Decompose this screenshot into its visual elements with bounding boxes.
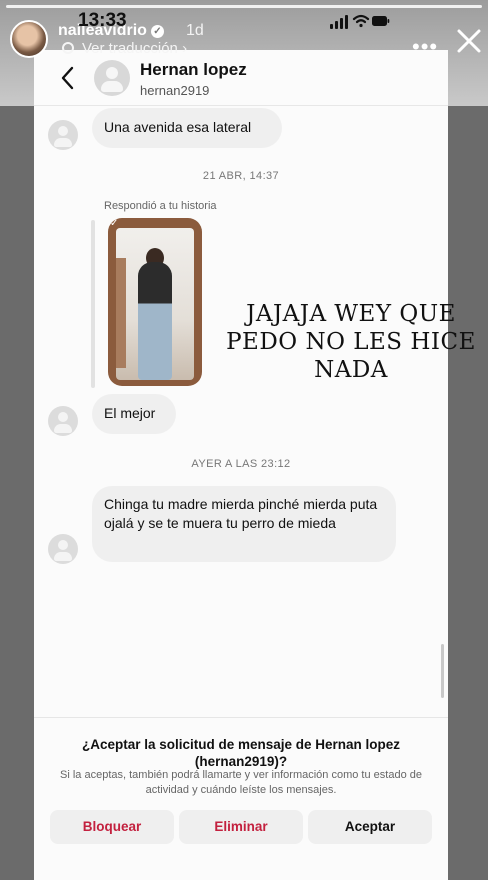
wifi-icon [352, 14, 370, 28]
story-reply-thumbnail[interactable] [108, 218, 202, 386]
delete-button[interactable]: Eliminar [179, 810, 303, 844]
status-time: 13:33 [78, 10, 127, 31]
story-progress-bar [6, 5, 482, 8]
back-chevron-icon[interactable] [60, 66, 74, 90]
reply-line [91, 220, 95, 388]
story-overlay-text: JAJAJA WEY QUE PEDO NO LES HICE NADA [226, 301, 476, 383]
accept-button[interactable]: Aceptar [308, 810, 432, 844]
check-icon: ✓ [110, 218, 119, 229]
scrollbar[interactable] [441, 644, 444, 698]
sender-avatar [48, 534, 78, 564]
translate-icon [62, 42, 74, 54]
request-title: ¿Aceptar la solicitud de mensaje de Hern… [81, 737, 401, 769]
battery-icon [372, 16, 390, 26]
contact-name[interactable]: Hernan lopez [140, 60, 247, 80]
verified-icon: ✓ [150, 25, 164, 38]
close-icon[interactable] [452, 24, 486, 58]
thumbnail-people [138, 262, 172, 380]
contact-avatar[interactable] [94, 60, 130, 96]
translate-label[interactable]: Ver traducción [82, 40, 178, 57]
timestamp: AYER A LAS 23:12 [191, 458, 291, 470]
sender-avatar [48, 406, 78, 436]
story-age: 1d [186, 22, 204, 39]
timestamp: 21 ABR, 14:37 [202, 170, 280, 182]
replied-to-story-label: Respondió a tu historia [104, 200, 217, 212]
thumbnail-door [116, 258, 126, 368]
request-subtitle: Si la aceptas, también podrá llamarte y … [60, 769, 422, 796]
story-avatar[interactable] [10, 20, 48, 58]
block-button[interactable]: Bloquear [50, 810, 174, 844]
contact-handle: hernan2919 [140, 83, 210, 98]
sender-avatar [48, 120, 78, 150]
message-bubble[interactable]: Chinga tu madre mierda pinché mierda put… [92, 486, 396, 562]
translate-link[interactable]: Ver traducción › [62, 40, 187, 57]
message-bubble[interactable]: Una avenida esa lateral [92, 108, 282, 148]
signal-icon [330, 15, 348, 29]
chevron-right-icon: › [182, 40, 188, 57]
status-icons [330, 14, 390, 29]
more-dots-icon[interactable]: ••• [412, 34, 438, 60]
message-bubble[interactable]: El mejor [92, 394, 176, 434]
